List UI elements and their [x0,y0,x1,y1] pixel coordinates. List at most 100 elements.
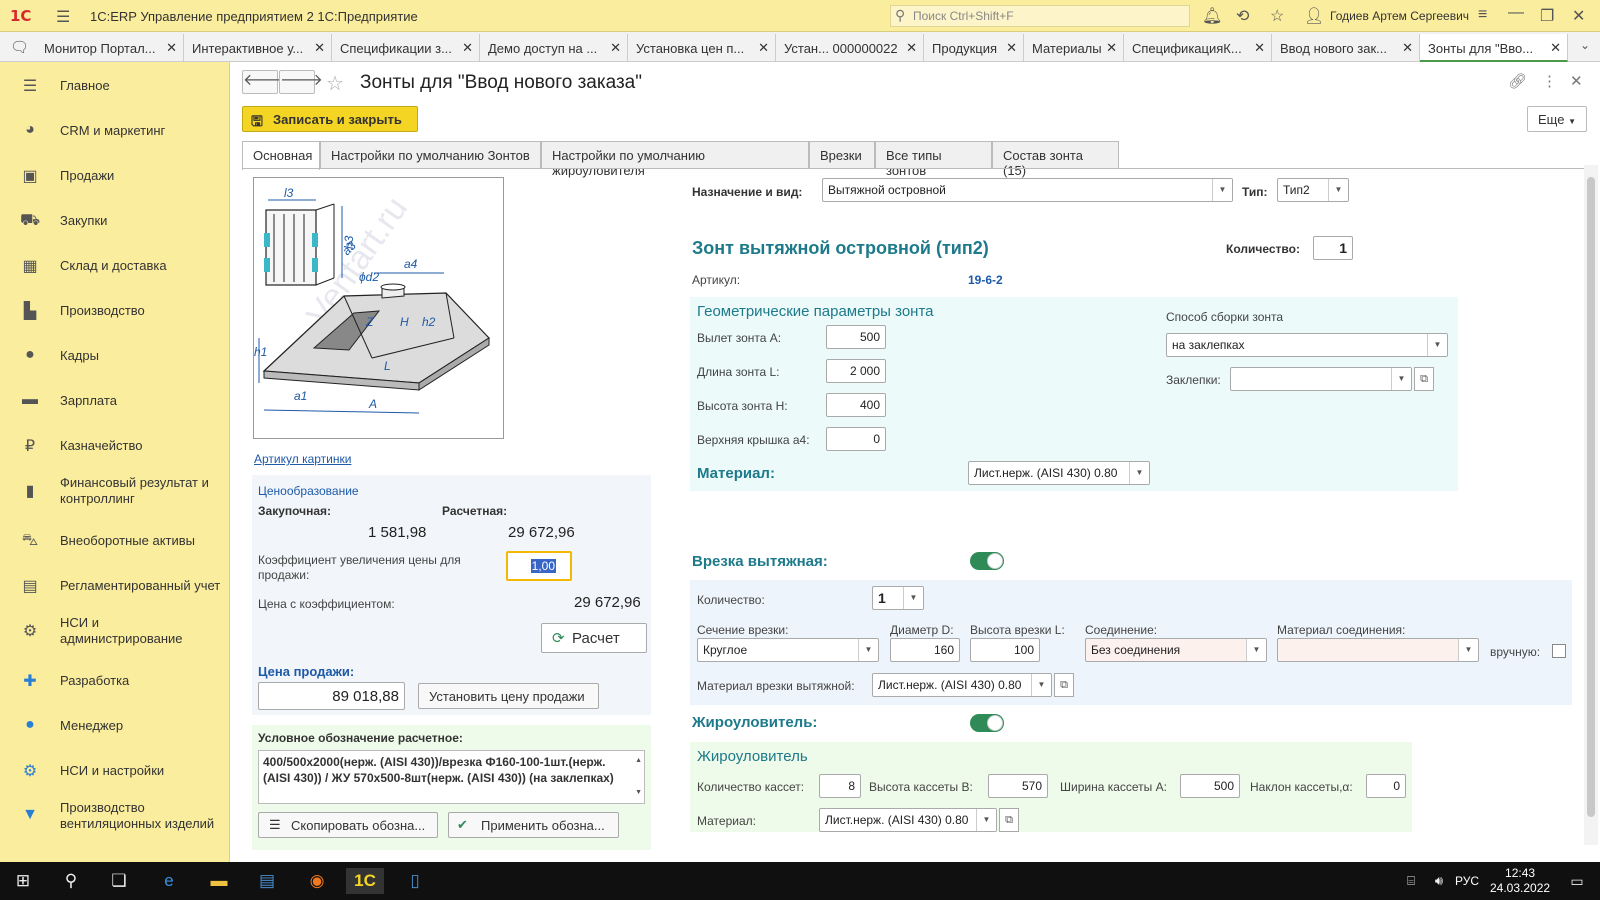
window-tab[interactable]: Спецификации з... ✕ [332,34,480,62]
insert-section-select[interactable]: Круглое ▼ [697,638,879,662]
tab-inserts[interactable]: Врезки [809,141,875,169]
tab-hood-defaults[interactable]: Настройки по умолчанию Зонтов [320,141,541,169]
sidebar-item-hr[interactable]: ● Кадры [0,336,230,376]
sidebar-item-crm[interactable]: ◕ CRM и маркетинг [0,111,230,151]
insert-diameter-input[interactable]: 160 [890,638,960,662]
notation-textarea[interactable]: 400/500x2000(нерж. (AISI 430))/врезка Ф1… [258,750,645,804]
close-tab-icon[interactable]: ✕ [1006,40,1017,56]
chevron-down-icon[interactable]: ▼ [858,639,878,661]
insert-toggle[interactable] [970,552,1004,570]
sidebar-item-warehouse[interactable]: ▦ Склад и доставка [0,246,230,286]
open-grease-material-icon[interactable]: ⧉ [999,808,1019,832]
bell-icon[interactable]: 🔔︎ [1202,6,1222,26]
window-tab[interactable]: Демо доступ на ... ✕ [480,34,628,62]
sidebar-item-treasury[interactable]: ₽ Казначейство [0,426,230,466]
chat-icon[interactable]: 🗨︎ [10,38,29,56]
forward-button[interactable]: 🡒 [279,70,323,94]
tab-all-types[interactable]: Все типы зонтов [875,141,992,178]
calculate-button[interactable]: ⟳ Расчет [541,623,647,653]
chevron-down-icon[interactable]: ▼ [1031,674,1051,696]
cassette-width-input[interactable]: 500 [1180,774,1240,798]
purpose-select[interactable]: Вытяжной островной ▼ [822,178,1233,202]
tabs-overflow-icon[interactable]: ⌄ [1580,38,1590,52]
more-vertical-icon[interactable]: ⋮ [1542,72,1557,90]
sidebar-item-assets[interactable]: ⛍ Внеоборотные активы [0,521,230,561]
ie-browser-icon[interactable]: e [150,868,188,894]
set-sale-price-button[interactable]: Установить цену продажи [418,683,599,709]
notifications-icon[interactable]: ▭ [1558,868,1596,894]
tab-grease-defaults[interactable]: Настройки по умолчанию жироуловителя [541,141,809,178]
close-tab-icon[interactable]: ✕ [1254,40,1265,56]
manual-checkbox[interactable] [1552,644,1566,658]
grease-toggle[interactable] [970,714,1004,732]
open-insert-material-icon[interactable]: ⧉ [1054,673,1074,697]
close-window-icon[interactable]: ✕ [1572,6,1585,26]
vertical-scrollbar[interactable] [1584,165,1598,845]
top-cover-input[interactable]: 0 [826,427,886,451]
cassette-count-input[interactable]: 8 [819,774,861,798]
type-select[interactable]: Тип2 ▼ [1277,178,1349,202]
favorite-star-icon[interactable]: ☆ [326,71,344,96]
window-tab[interactable]: Устан... 000000022 ✕ [776,34,924,62]
tab-main[interactable]: Основная [242,141,320,170]
window-tab[interactable]: Материалы ✕ [1024,34,1124,62]
scroll-down-icon[interactable]: ▼ [635,785,642,801]
user-name[interactable]: Годиев Артем Сергеевич [1330,9,1469,23]
chevron-down-icon[interactable]: ▼ [1391,368,1411,390]
assembly-select[interactable]: на заклепках ▼ [1166,333,1448,357]
close-tab-icon[interactable]: ✕ [758,40,769,56]
window-tab[interactable]: Продукция ✕ [924,34,1024,62]
apply-notation-button[interactable]: ✔ Применить обозна... [448,812,619,838]
close-tab-icon[interactable]: ✕ [610,40,621,56]
window-tab[interactable]: Ввод нового зак... ✕ [1272,34,1420,62]
hood-a-input[interactable]: 500 [826,325,886,349]
clock[interactable]: 12:43 24.03.2022 [1490,866,1550,896]
minimize-icon[interactable]: — [1508,4,1524,22]
close-tab-icon[interactable]: ✕ [1402,40,1413,56]
app-icon[interactable]: ▤ [248,868,286,894]
insert-qty-select[interactable]: 1 ▼ [872,586,924,610]
back-button[interactable]: 🡐 [242,70,286,94]
window-tab[interactable]: СпецификацияК... ✕ [1124,34,1272,62]
quantity-input[interactable]: 1 [1313,236,1353,260]
sidebar-item-main[interactable]: ☰ Главное [0,66,230,106]
window-tab[interactable]: Установка цен п... ✕ [628,34,776,62]
firefox-icon[interactable]: ◉ [298,868,336,894]
sidebar-item-manager[interactable]: ● Менеджер [0,706,230,746]
hood-l-input[interactable]: 2 000 [826,359,886,383]
link-icon[interactable]: 🔗︎ [1508,72,1527,90]
rivets-select[interactable]: ▼ [1230,367,1412,391]
sidebar-item-production[interactable]: ▙ Производство [0,291,230,331]
search-icon[interactable]: ⚲ [52,868,90,894]
insert-height-input[interactable]: 100 [970,638,1040,662]
1c-app-icon[interactable]: 1С [346,868,384,894]
tab-composition[interactable]: Состав зонта (15) [992,141,1119,178]
scrollbar-thumb[interactable] [1587,177,1595,817]
folder-icon[interactable]: ▬ [200,868,238,894]
sale-price-input[interactable]: 89 018,88 [258,682,405,710]
settings-list-icon[interactable]: ≡ [1478,6,1487,24]
open-rivets-icon[interactable]: ⧉ [1414,367,1434,391]
history-icon[interactable]: ⟲ [1236,6,1249,26]
main-menu-icon[interactable]: ☰ [56,7,70,27]
close-tab-icon[interactable]: ✕ [462,40,473,56]
close-tab-icon[interactable]: ✕ [314,40,325,56]
chevron-down-icon[interactable]: ▼ [1427,334,1447,356]
sidebar-item-sales[interactable]: ▣ Продажи [0,156,230,196]
sidebar-item-purchases[interactable]: ⛟ Закупки [0,201,230,241]
close-tab-icon[interactable]: ✕ [166,40,177,56]
window-tab[interactable]: Монитор Портал... ✕ [36,34,184,62]
task-view-icon[interactable]: ❏ [100,868,138,894]
user-icon[interactable]: 👤︎ [1304,6,1324,26]
window-tab[interactable]: Интерактивное у... ✕ [184,34,332,62]
chevron-down-icon[interactable]: ▼ [1328,179,1348,201]
chevron-down-icon[interactable]: ▼ [1212,179,1232,201]
sidebar-item-vent[interactable]: ▼ Производство вентиляционных изделий [0,796,230,836]
copy-notation-button[interactable]: ☰ Скопировать обозна... [258,812,438,838]
save-and-close-button[interactable]: 🖫 Записать и закрыть [242,106,418,132]
language-indicator[interactable]: РУС [1455,874,1479,888]
search-input[interactable]: ⚲ Поиск Ctrl+Shift+F [890,5,1190,27]
scroll-up-icon[interactable]: ▲ [635,753,642,769]
favorites-star-icon[interactable]: ☆ [1270,6,1284,26]
insert-material-select[interactable]: Лист.нерж. (AISI 430) 0.80 ▼ [872,673,1052,697]
